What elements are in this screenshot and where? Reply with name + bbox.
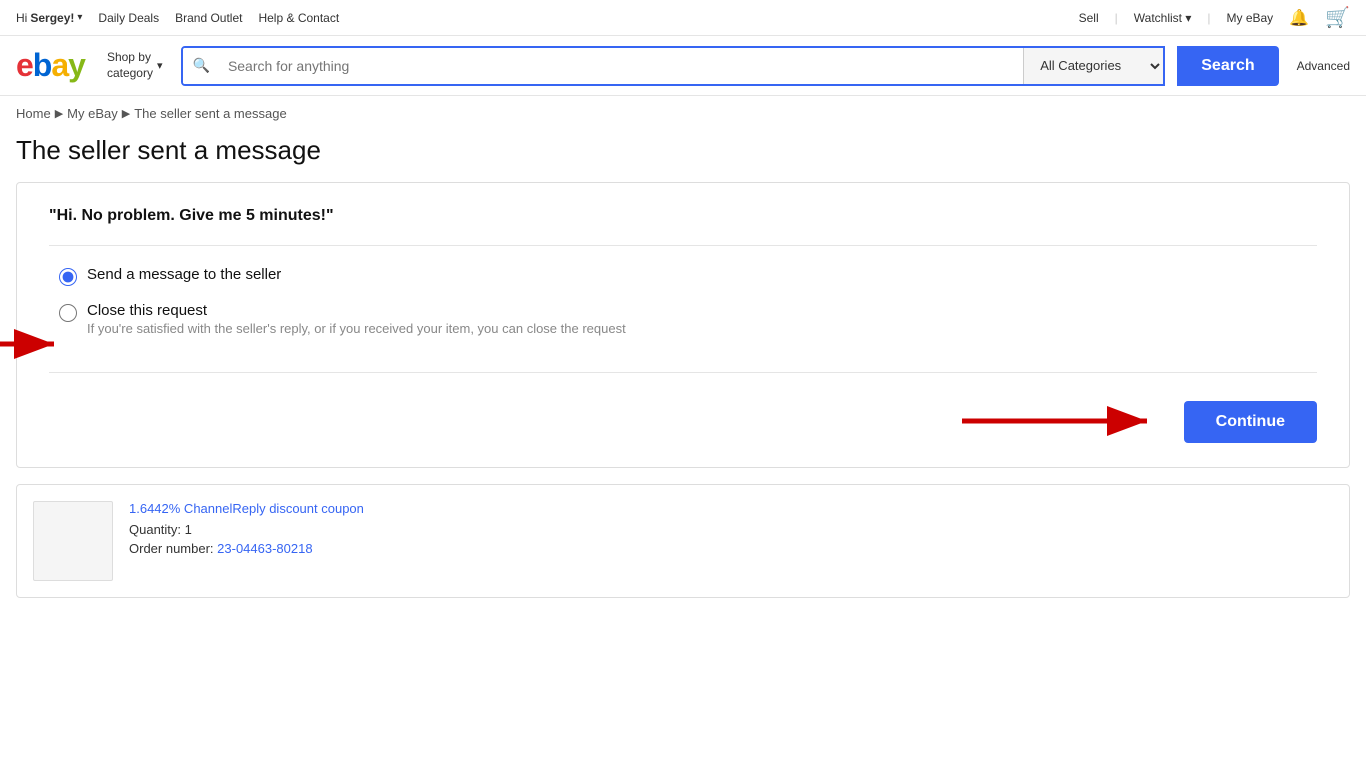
main-card: "Hi. No problem. Give me 5 minutes!" Sen… xyxy=(16,182,1350,468)
cart-icon[interactable]: 🛒 xyxy=(1325,5,1350,30)
watchlist-link[interactable]: Watchlist ▾ xyxy=(1134,11,1192,25)
coupon-link[interactable]: 1.6442% ChannelReply discount coupon xyxy=(129,501,364,516)
send-message-label[interactable]: Send a message to the seller xyxy=(87,266,281,283)
search-bar: 🔍 All Categories xyxy=(181,46,1166,86)
continue-area: Continue xyxy=(49,393,1317,443)
breadcrumb-arrow-1: ▶ xyxy=(55,107,63,120)
daily-deals-link[interactable]: Daily Deals xyxy=(98,11,159,25)
top-navigation: Hi Sergey! ▾ Daily Deals Brand Outlet He… xyxy=(0,0,1366,36)
chevron-down-icon[interactable]: ▾ xyxy=(77,12,82,23)
top-nav-right: Sell | Watchlist ▾ | My eBay 🔔 🛒 xyxy=(1079,5,1350,30)
greeting: Hi Sergey! ▾ xyxy=(16,11,82,25)
annotation-arrow-left xyxy=(0,284,64,364)
breadcrumb: Home ▶ My eBay ▶ The seller sent a messa… xyxy=(0,96,1366,131)
top-nav-left: Hi Sergey! ▾ Daily Deals Brand Outlet He… xyxy=(16,11,339,25)
options-section: Send a message to the seller Close this … xyxy=(49,266,1317,373)
notification-bell-icon[interactable]: 🔔 xyxy=(1289,8,1309,28)
option-close-request-row: Close this request If you're satisfied w… xyxy=(59,302,1317,336)
shop-by-chevron-icon: ▾ xyxy=(157,59,163,72)
search-input[interactable] xyxy=(220,48,1023,84)
brand-outlet-link[interactable]: Brand Outlet xyxy=(175,11,242,25)
continue-button[interactable]: Continue xyxy=(1184,401,1317,443)
search-icon: 🔍 xyxy=(183,48,220,84)
breadcrumb-arrow-2: ▶ xyxy=(122,107,130,120)
order-thumbnail xyxy=(33,501,113,581)
advanced-search-link[interactable]: Advanced xyxy=(1297,59,1350,73)
order-number-link[interactable]: 23-04463-80218 xyxy=(217,541,312,556)
order-info: 1.6442% ChannelReply discount coupon Qua… xyxy=(129,501,364,556)
annotation-arrow-continue xyxy=(962,401,1162,441)
order-quantity: Quantity: 1 xyxy=(129,522,364,537)
page-title: The seller sent a message xyxy=(0,131,1366,182)
option-send-message-row: Send a message to the seller xyxy=(59,266,1317,286)
sell-link[interactable]: Sell xyxy=(1079,11,1099,25)
username: Sergey! xyxy=(30,11,74,25)
help-contact-link[interactable]: Help & Contact xyxy=(258,11,339,25)
my-ebay-link[interactable]: My eBay xyxy=(1226,11,1273,25)
order-card: 1.6442% ChannelReply discount coupon Qua… xyxy=(16,484,1350,598)
close-request-label[interactable]: Close this request xyxy=(87,302,207,319)
seller-message: "Hi. No problem. Give me 5 minutes!" xyxy=(49,207,1317,246)
order-number-label: Order number: xyxy=(129,541,217,556)
site-header: ebay Shop bycategory ▾ 🔍 All Categories … xyxy=(0,36,1366,96)
greeting-hi: Hi xyxy=(16,11,27,25)
order-number-row: Order number: 23-04463-80218 xyxy=(129,541,364,556)
breadcrumb-current: The seller sent a message xyxy=(134,106,286,121)
ebay-logo[interactable]: ebay xyxy=(16,47,85,84)
close-request-description: If you're satisfied with the seller's re… xyxy=(87,321,626,336)
category-select[interactable]: All Categories xyxy=(1023,48,1163,84)
search-button[interactable]: Search xyxy=(1177,46,1278,86)
breadcrumb-home[interactable]: Home xyxy=(16,106,51,121)
shop-by-category-label: Shop bycategory xyxy=(107,50,153,81)
shop-by-category-button[interactable]: Shop bycategory ▾ xyxy=(101,46,169,85)
breadcrumb-my-ebay[interactable]: My eBay xyxy=(67,106,118,121)
